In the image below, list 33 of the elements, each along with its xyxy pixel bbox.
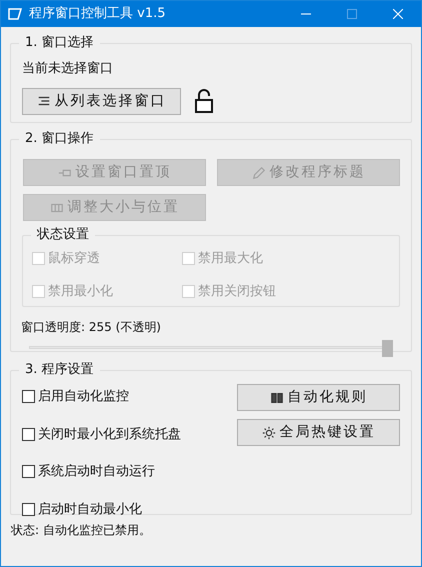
status-text: 状态: 自动化监控已禁用。 — [10, 522, 152, 539]
select-window-button[interactable]: 从列表选择窗口 — [22, 88, 181, 114]
checkbox-label: 禁用最大化 — [198, 250, 263, 268]
checkbox-label: 禁用关闭按钮 — [198, 282, 276, 300]
list-icon — [36, 94, 50, 108]
group-title: 3. 程序设置 — [19, 362, 100, 378]
checkbox[interactable] — [22, 428, 35, 441]
pencil-icon — [252, 166, 266, 180]
checkbox-label: 关闭时最小化到系统托盘 — [38, 426, 181, 444]
close-icon — [393, 9, 403, 19]
window-title: 程序窗口控制工具 v1.5 — [29, 5, 166, 24]
book-icon — [270, 390, 284, 404]
group-title: 2. 窗口操作 — [19, 131, 100, 147]
group-title: 状态设置 — [31, 227, 95, 243]
checkbox-label: 禁用最小化 — [48, 282, 113, 300]
unlocked-padlock-icon[interactable] — [194, 89, 214, 113]
selection-status: 当前未选择窗口 — [22, 60, 114, 78]
opacity-slider[interactable] — [29, 340, 393, 356]
checkbox-label: 鼠标穿透 — [48, 250, 100, 268]
slider-thumb[interactable] — [382, 340, 393, 357]
checkbox-label: 启用自动化监控 — [38, 388, 129, 406]
group-title: 1. 窗口选择 — [19, 35, 100, 51]
checkbox[interactable] — [22, 465, 35, 478]
action-button[interactable]: 全局热键设置 — [237, 419, 400, 446]
checkbox[interactable] — [22, 502, 35, 516]
checkbox-label: 启动时自动最小化 — [38, 500, 142, 518]
checkbox[interactable] — [22, 390, 35, 404]
checkbox-label: 系统启动时自动运行 — [38, 463, 155, 481]
action-button[interactable]: 自动化规则 — [237, 384, 400, 411]
app-icon — [7, 7, 23, 21]
maximize-icon — [347, 9, 357, 19]
opacity-label: 窗口透明度: 255 (不透明) — [21, 319, 162, 336]
sun-icon — [262, 426, 276, 440]
